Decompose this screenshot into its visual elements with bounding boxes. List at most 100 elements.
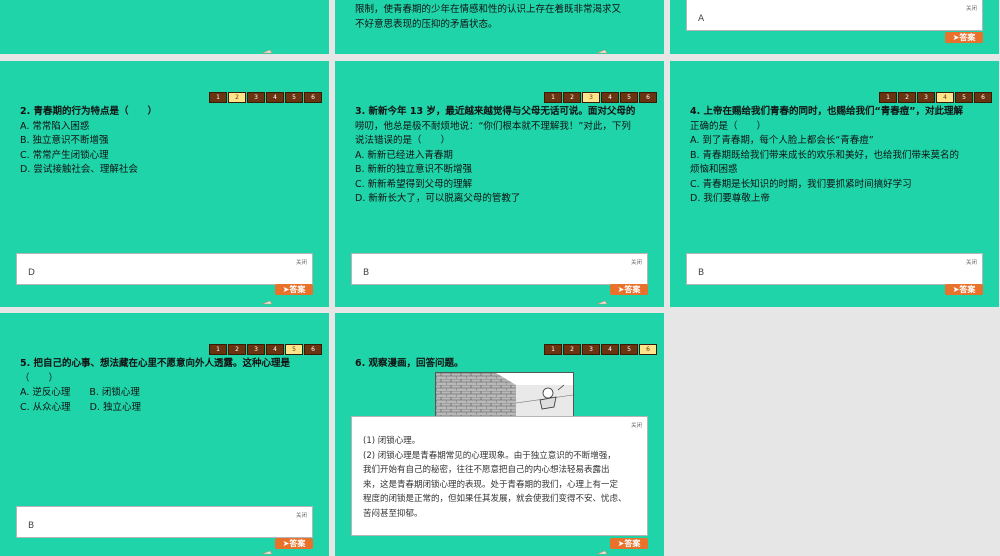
answer-box: 关闭 B bbox=[351, 253, 648, 285]
speaker-icon[interactable] bbox=[261, 48, 273, 54]
option-d: D. 我们要尊敬上帝 bbox=[690, 193, 770, 204]
option-b: B. 新新的独立意识不断增强 bbox=[355, 164, 473, 175]
close-button[interactable]: 关闭 bbox=[296, 511, 307, 519]
nav-item-3[interactable]: 3 bbox=[247, 92, 265, 103]
speaker-icon[interactable] bbox=[596, 299, 608, 307]
question-text: 2. 青春期的行为特点是（ ） A. 常常陷入困惑 B. 独立意识不断增强 C.… bbox=[20, 105, 315, 178]
close-button[interactable]: 关闭 bbox=[631, 258, 642, 266]
nav-item-5[interactable]: 5 bbox=[285, 92, 303, 103]
question-title: 3. 新新今年 13 岁，最近越来越觉得与父母无话可说。面对父母的 bbox=[355, 106, 636, 117]
answer-button[interactable]: ➤答案 bbox=[275, 284, 313, 295]
question-nav: 1 2 3 4 5 6 bbox=[209, 92, 322, 103]
nav-item-6[interactable]: 6 bbox=[639, 344, 657, 355]
answer-value: B bbox=[698, 268, 705, 278]
nav-item-3[interactable]: 3 bbox=[917, 92, 935, 103]
nav-item-2[interactable]: 2 bbox=[228, 92, 246, 103]
answer-box: 关闭 B bbox=[16, 506, 313, 538]
answer-button[interactable]: ➤答案 bbox=[945, 284, 983, 295]
answer-value: B bbox=[363, 268, 370, 278]
question-title: 5. 把自己的心事、想法藏在心里不愿意向外人透露。这种心理是 bbox=[20, 358, 291, 369]
question-title: 2. 青春期的行为特点是（ ） bbox=[20, 106, 158, 117]
nav-item-5[interactable]: 5 bbox=[620, 344, 638, 355]
text-line: 不好意思表现的压抑的矛盾状态。 bbox=[355, 18, 498, 30]
slide-top-middle: 限制，使青春期的少年在情感和性的认识上存在着既非常渴求又 不好意思表现的压抑的矛… bbox=[335, 0, 664, 54]
speaker-icon[interactable] bbox=[596, 48, 608, 54]
text-block: 限制，使青春期的少年在情感和性的认识上存在着既非常渴求又 不好意思表现的压抑的矛… bbox=[355, 3, 654, 32]
speaker-icon[interactable] bbox=[261, 299, 273, 307]
nav-item-3[interactable]: 3 bbox=[247, 344, 265, 355]
nav-item-3[interactable]: 3 bbox=[582, 92, 600, 103]
answer-value: A bbox=[698, 14, 705, 24]
close-button[interactable]: 关闭 bbox=[296, 258, 307, 266]
answer-value: D bbox=[28, 268, 35, 278]
nav-item-4[interactable]: 4 bbox=[601, 344, 619, 355]
speaker-icon[interactable] bbox=[596, 549, 608, 556]
question-text: 4. 上帝在赐给我们青春的同时，也赐给我们“青春痘”，对此理解 正确的是（ ） … bbox=[690, 105, 985, 207]
close-button[interactable]: 关闭 bbox=[966, 4, 977, 12]
question-nav: 1 2 3 4 5 6 bbox=[544, 92, 657, 103]
nav-item-1[interactable]: 1 bbox=[544, 92, 562, 103]
slide-question-6: 1 2 3 4 5 6 6. 观察漫画，回答问题。 关闭 (1) 闭锁心理。 (… bbox=[335, 313, 664, 556]
slide-top-left bbox=[0, 0, 329, 54]
answer-button-label: 答案 bbox=[289, 539, 306, 548]
question-nav: 1 2 3 4 5 6 bbox=[879, 92, 992, 103]
nav-item-6[interactable]: 6 bbox=[304, 92, 322, 103]
close-button[interactable]: 关闭 bbox=[966, 258, 977, 266]
nav-item-3[interactable]: 3 bbox=[582, 344, 600, 355]
nav-item-2[interactable]: 2 bbox=[228, 344, 246, 355]
nav-item-4[interactable]: 4 bbox=[601, 92, 619, 103]
slide-top-right: 关闭 A ➤答案 bbox=[670, 0, 999, 54]
close-button[interactable]: 关闭 bbox=[631, 421, 642, 429]
comic-image bbox=[435, 372, 574, 418]
options-row-2: C. 从众心理 D. 独立心理 bbox=[20, 401, 142, 413]
answer-text: (1) 闭锁心理。 (2) 闭锁心理是青春期常见的心理现象。由于独立意识的不断增… bbox=[363, 434, 639, 521]
nav-item-1[interactable]: 1 bbox=[879, 92, 897, 103]
answer-button[interactable]: ➤答案 bbox=[945, 32, 983, 43]
question-nav: 1 2 3 4 5 6 bbox=[209, 344, 322, 355]
text-line: 限制，使青春期的少年在情感和性的认识上存在着既非常渴求又 bbox=[355, 4, 622, 15]
answer-button[interactable]: ➤答案 bbox=[610, 538, 648, 549]
slide-question-2: 1 2 3 4 5 6 2. 青春期的行为特点是（ ） A. 常常陷入困惑 B.… bbox=[0, 61, 329, 307]
answer-line: 程度的闭锁是正常的，但如果任其发展，就会使我们变得不安、忧虑、 bbox=[363, 494, 627, 504]
slide-question-4: 1 2 3 4 5 6 4. 上帝在赐给我们青春的同时，也赐给我们“青春痘”，对… bbox=[670, 61, 999, 307]
nav-item-5[interactable]: 5 bbox=[285, 344, 303, 355]
option-a: A. 到了青春期，每个人脸上都会长“青春痘” bbox=[690, 135, 874, 146]
answer-line: 来，这是青春期闭锁心理的表现。处于青春期的我们，心理上有一定 bbox=[363, 479, 619, 490]
answer-line: 苦闷甚至抑郁。 bbox=[363, 508, 423, 519]
nav-item-2[interactable]: 2 bbox=[563, 92, 581, 103]
nav-item-1[interactable]: 1 bbox=[209, 344, 227, 355]
nav-item-6[interactable]: 6 bbox=[304, 344, 322, 355]
option-c: C. 常常产生闭锁心理 bbox=[20, 149, 109, 161]
nav-item-1[interactable]: 1 bbox=[209, 92, 227, 103]
nav-item-2[interactable]: 2 bbox=[563, 344, 581, 355]
question-title: 4. 上帝在赐给我们青春的同时，也赐给我们“青春痘”，对此理解 bbox=[690, 106, 964, 117]
option-c: C. 青春期是长知识的时期，我们要抓紧时间搞好学习 bbox=[690, 178, 912, 190]
answer-button-label: 答案 bbox=[289, 285, 306, 294]
nav-item-4[interactable]: 4 bbox=[266, 92, 284, 103]
speaker-icon[interactable] bbox=[261, 549, 273, 556]
nav-item-6[interactable]: 6 bbox=[639, 92, 657, 103]
option-b: B. 青春期既给我们带来成长的欢乐和美好，也给我们带来莫名的 bbox=[690, 149, 960, 161]
nav-item-1[interactable]: 1 bbox=[544, 344, 562, 355]
slide-question-5: 1 2 3 4 5 6 5. 把自己的心事、想法藏在心里不愿意向外人透露。这种心… bbox=[0, 313, 329, 556]
option-b: B. 独立意识不断增强 bbox=[20, 135, 109, 146]
answer-button[interactable]: ➤答案 bbox=[275, 538, 313, 549]
question-line: （ ） bbox=[20, 372, 59, 384]
option-c: C. 新新希望得到父母的理解 bbox=[355, 178, 473, 190]
question-nav: 1 2 3 4 5 6 bbox=[544, 344, 657, 355]
nav-item-6[interactable]: 6 bbox=[974, 92, 992, 103]
question-line: 正确的是（ ） bbox=[690, 120, 767, 132]
question-text: 5. 把自己的心事、想法藏在心里不愿意向外人透露。这种心理是 （ ） A. 逆反… bbox=[20, 357, 315, 415]
nav-item-5[interactable]: 5 bbox=[620, 92, 638, 103]
question-line: 唠叨，他总是极不耐烦地说：“你们根本就不理解我！”对此，下列 bbox=[355, 120, 631, 132]
question-text: 3. 新新今年 13 岁，最近越来越觉得与父母无话可说。面对父母的 唠叨，他总是… bbox=[355, 105, 650, 207]
option-d: D. 新新长大了，可以脱离父母的管教了 bbox=[355, 193, 521, 204]
slide-question-3: 1 2 3 4 5 6 3. 新新今年 13 岁，最近越来越觉得与父母无话可说。… bbox=[335, 61, 664, 307]
answer-button[interactable]: ➤答案 bbox=[610, 284, 648, 295]
nav-item-5[interactable]: 5 bbox=[955, 92, 973, 103]
nav-item-4[interactable]: 4 bbox=[266, 344, 284, 355]
answer-box: 关闭 B bbox=[686, 253, 983, 285]
answer-line: (1) 闭锁心理。 bbox=[363, 436, 421, 446]
nav-item-4[interactable]: 4 bbox=[936, 92, 954, 103]
nav-item-2[interactable]: 2 bbox=[898, 92, 916, 103]
